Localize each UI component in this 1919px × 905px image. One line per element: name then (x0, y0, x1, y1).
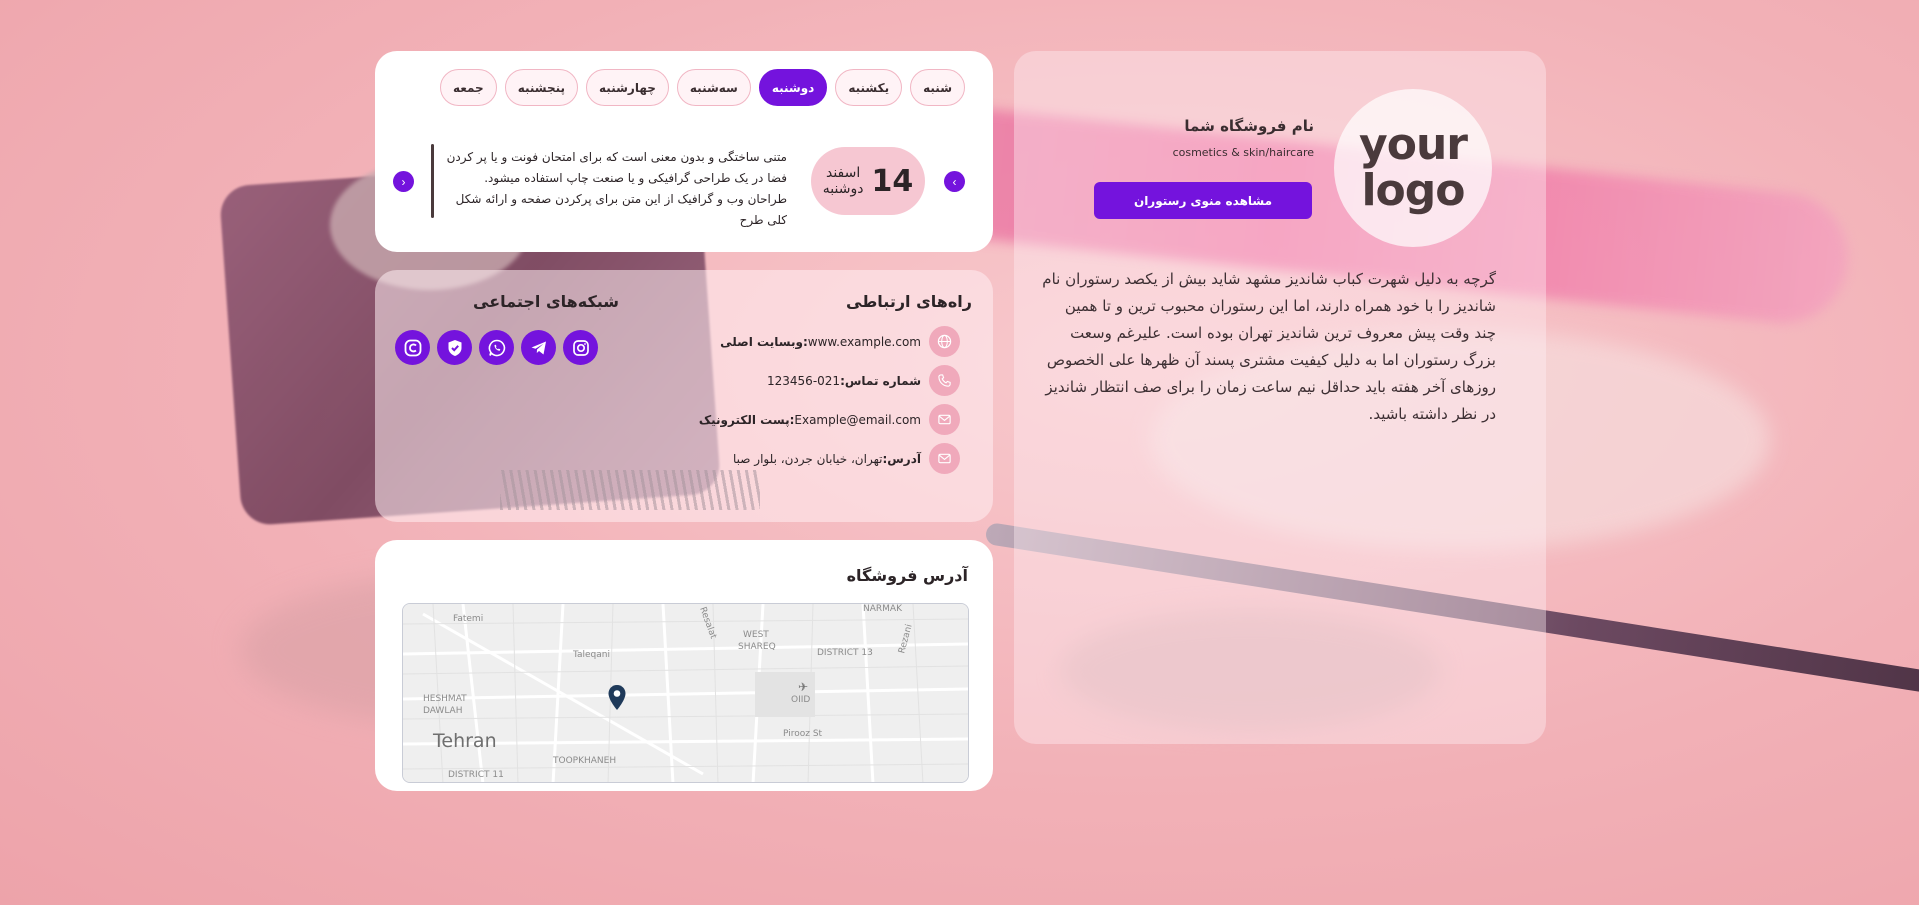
mail-icon (929, 443, 960, 474)
website-value: www.example.com (807, 334, 921, 349)
chevron-left-icon: ‹ (952, 174, 957, 189)
map-label-pirooz: Pirooz St (783, 729, 823, 739)
store-logo: your logo (1334, 89, 1492, 247)
store-map[interactable]: Fatemi Taleqani HESHMAT DAWLAH WEST SHAR… (402, 603, 969, 783)
schedule-note: متنی ساختگی و بدون معنی است که برای امتح… (446, 150, 787, 227)
airplane-icon: ✈ (798, 680, 809, 694)
check-shield-icon[interactable] (437, 330, 472, 365)
map-label-dawlah: DAWLAH (423, 706, 463, 716)
social-title: شبکه‌های اجتماعی (473, 292, 620, 311)
website-label: وبسایت اصلی: (720, 334, 808, 349)
note-divider (431, 144, 434, 218)
store-description: گرچه به دلیل شهرت کباب شاندیز مشهد شاید … (1042, 270, 1496, 423)
date-month: اسفند (825, 165, 861, 181)
map-streets (403, 604, 968, 782)
phone-label: شماره تماس: (840, 373, 921, 388)
email-label: پست الکترونیک: (698, 412, 795, 427)
tab-friday[interactable]: جمعه (439, 69, 497, 106)
email-value: Example@email.com (794, 412, 921, 427)
day-tabs: شنبه یکشنبه دوشنبه سه‌شنبه چهارشنبه پنجش… (439, 69, 965, 106)
tab-wednesday[interactable]: چهارشنبه (586, 69, 669, 106)
logo-line-2: logo (1361, 165, 1465, 216)
next-arrow-button[interactable]: ‹ (944, 171, 965, 192)
contact-row-phone[interactable]: شماره تماس:021-123456 (767, 365, 960, 396)
whatsapp-icon[interactable] (479, 330, 514, 365)
contact-row-website[interactable]: وبسایت اصلی:www.example.com (720, 326, 960, 357)
store-subtitle: cosmetics & skin/haircare (1172, 146, 1314, 159)
tab-monday[interactable]: دوشنبه (758, 69, 828, 106)
map-label-heshmat: HESHMAT (423, 694, 467, 704)
telegram-icon[interactable] (521, 330, 556, 365)
prev-arrow-button[interactable]: › (393, 171, 414, 192)
map-label-taleqani: Taleqani (573, 650, 610, 660)
map-label-toopkhaneh: TOOPKHANEH (553, 756, 617, 766)
date-badge: اسفند دوشنبه 14 (811, 147, 925, 215)
date-weekday: دوشنبه (822, 181, 864, 197)
mail-icon (929, 404, 960, 435)
view-menu-button[interactable]: مشاهده منوی رستوران (1094, 182, 1312, 219)
tab-thursday[interactable]: پنجشنبه (504, 69, 579, 106)
tab-tuesday[interactable]: سه‌شنبه (676, 69, 751, 106)
map-label-fatemi: Fatemi (453, 614, 484, 624)
map-card: آدرس فروشگاه Fatemi Taleqani HESHMAT DAW… (375, 540, 993, 791)
logo-line-1: your (1359, 119, 1468, 170)
address-label: آدرس: (882, 451, 921, 466)
map-label-narmak: NARMAK (863, 604, 902, 614)
map-pin-icon[interactable] (607, 684, 627, 716)
map-label-oiid: OIID (791, 695, 811, 705)
map-label-district13: DISTRICT 13 (817, 648, 873, 658)
map-label-shareq: SHAREQ (738, 642, 776, 652)
social-links (395, 330, 598, 365)
tab-saturday[interactable]: شنبه (910, 69, 965, 106)
phone-value: 021-123456 (767, 373, 841, 388)
chevron-right-icon: › (401, 174, 406, 189)
store-name: نام فروشگاه شما (1184, 117, 1314, 135)
tab-sunday[interactable]: یکشنبه (835, 69, 903, 106)
instagram-icon[interactable] (563, 330, 598, 365)
map-label-west: WEST (743, 630, 769, 640)
map-title: آدرس فروشگاه (846, 566, 968, 585)
date-number: 14 (871, 163, 914, 199)
phone-icon (929, 365, 960, 396)
map-label-district11: DISTRICT 11 (448, 770, 504, 780)
globe-icon (929, 326, 960, 357)
schedule-card: شنبه یکشنبه دوشنبه سه‌شنبه چهارشنبه پنجش… (375, 51, 993, 252)
store-card: your logo نام فروشگاه شما cosmetics & sk… (1014, 51, 1546, 744)
contact-title: راه‌های ارتباطی (846, 292, 972, 311)
eitaa-icon[interactable] (395, 330, 430, 365)
map-label-city: Tehran (433, 730, 497, 752)
contact-row-email[interactable]: پست الکترونیک:Example@email.com (699, 404, 960, 435)
address-value: تهران، خیابان جردن، بلوار صبا (733, 451, 883, 466)
contact-card: راه‌های ارتباطی وبسایت اصلی:www.example.… (375, 270, 993, 522)
contact-row-address[interactable]: آدرس:تهران، خیابان جردن، بلوار صبا (733, 443, 960, 474)
